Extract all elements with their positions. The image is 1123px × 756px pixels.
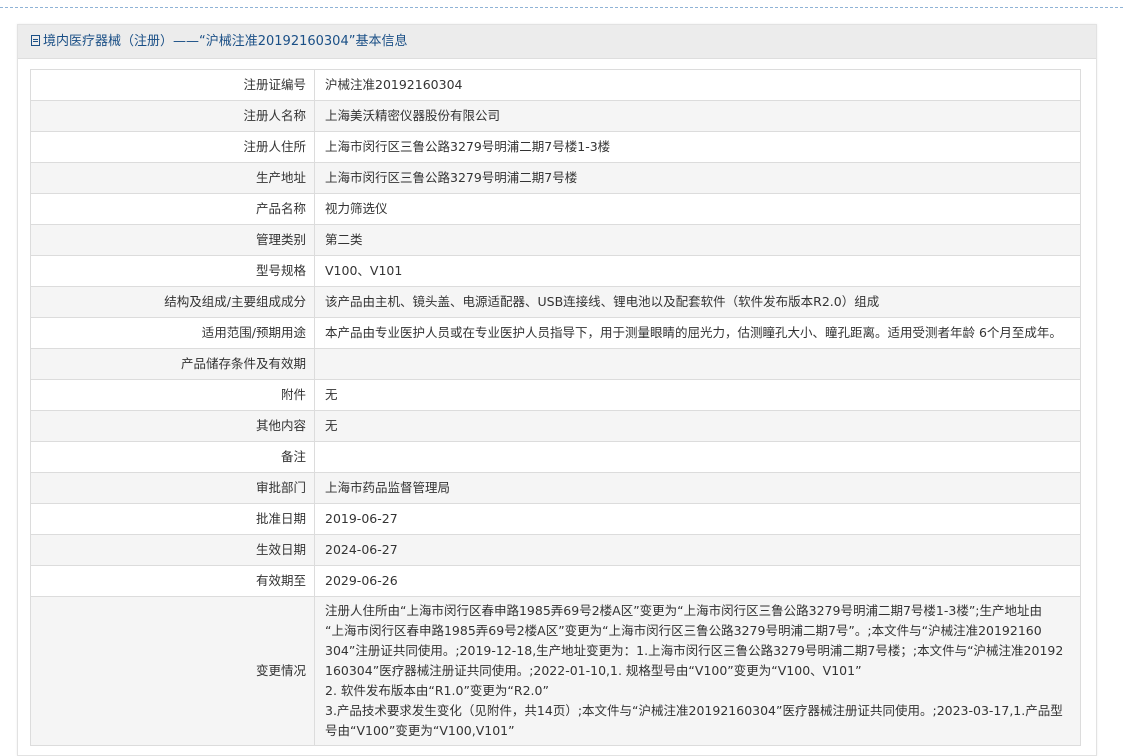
field-value: 上海美沃精密仪器股份有限公司 (314, 100, 1081, 132)
table-row: 注册人住所 上海市闵行区三鲁公路3279号明浦二期7号楼1-3楼 (30, 131, 1081, 163)
change-history-line: 注册人住所由“上海市闵行区春申路1985弄69号2楼A区”变更为“上海市闵行区三… (325, 603, 1043, 618)
field-label: 适用范围/预期用途 (30, 317, 315, 349)
table-row: 产品储存条件及有效期 (30, 348, 1081, 380)
table-row: 附件无 (30, 379, 1081, 411)
table-row: 适用范围/预期用途 本产品由专业医护人员或在专业医护人员指导下，用于测量眼睛的屈光… (30, 317, 1081, 349)
change-history-line: 号由“V100”变更为“V100,V101” (325, 723, 515, 738)
field-value (314, 441, 1081, 473)
field-label: 管理类别 (30, 224, 315, 256)
field-label: 有效期至 (30, 565, 315, 597)
field-label: 批准日期 (30, 503, 315, 535)
table-row: 生效日期 2024-06-27 (30, 534, 1081, 566)
field-value: 上海市闵行区三鲁公路3279号明浦二期7号楼 (314, 162, 1081, 194)
field-value: 视力筛选仪 (314, 193, 1081, 225)
table-row: 有效期至 2029-06-26 (30, 565, 1081, 597)
table-row: 管理类别 第二类 (30, 224, 1081, 256)
field-value: 2029-06-26 (314, 565, 1081, 597)
field-value: 沪械注准20192160304 (314, 69, 1081, 101)
panel-header: 境内医疗器械（注册）——“沪械注准20192160304”基本信息 (18, 25, 1096, 59)
field-value: 该产品由主机、镜头盖、电源适配器、USB连接线、锂电池以及配套软件（软件发布版本… (314, 286, 1081, 318)
table-row: 产品名称 视力筛选仪 (30, 193, 1081, 225)
top-dashed-divider (0, 7, 1123, 8)
table-row: 注册人名称 上海美沃精密仪器股份有限公司 (30, 100, 1081, 132)
field-label: 结构及组成/主要组成成分 (30, 286, 315, 318)
field-label: 附件 (30, 379, 315, 411)
field-label: 生产地址 (30, 162, 315, 194)
table-row: 批准日期 2019-06-27 (30, 503, 1081, 535)
field-value: 上海市药品监督管理局 (314, 472, 1081, 504)
change-history-value: 注册人住所由“上海市闵行区春申路1985弄69号2楼A区”变更为“上海市闵行区三… (314, 596, 1081, 746)
table-row-change: 变更情况 注册人住所由“上海市闵行区春申路1985弄69号2楼A区”变更为“上海市… (30, 596, 1081, 746)
field-value: 无 (314, 379, 1081, 411)
change-history-line: 2. 软件发布版本由“R1.0”变更为“R2.0” (325, 683, 549, 698)
field-value: 本产品由专业医护人员或在专业医护人员指导下，用于测量眼睛的屈光力，估测瞳孔大小、… (314, 317, 1081, 349)
field-label: 型号规格 (30, 255, 315, 287)
field-value: 2024-06-27 (314, 534, 1081, 566)
table-row: 备注 (30, 441, 1081, 473)
table-row: 注册证编号 沪械注准20192160304 (30, 69, 1081, 101)
field-label: 产品名称 (30, 193, 315, 225)
field-label: 注册人住所 (30, 131, 315, 163)
field-label: 备注 (30, 441, 315, 473)
table-row: 型号规格 V100、V101 (30, 255, 1081, 287)
change-history-line: “上海市闵行区春申路1985弄69号2楼A区”变更为“上海市闵行区三鲁公路327… (325, 623, 1042, 638)
document-icon (31, 35, 40, 46)
field-value: 2019-06-27 (314, 503, 1081, 535)
field-label: 审批部门 (30, 472, 315, 504)
field-value: 无 (314, 410, 1081, 442)
field-label: 生效日期 (30, 534, 315, 566)
table-row: 结构及组成/主要组成成分 该产品由主机、镜头盖、电源适配器、USB连接线、锂电池以… (30, 286, 1081, 318)
change-history-line: 3.产品技术要求发生变化（见附件，共14页）;本文件与“沪械注准20192160… (325, 703, 1063, 718)
field-value (314, 348, 1081, 380)
change-history-line: 160304”医疗器械注册证共同使用。;2022-01-10,1. 规格型号由“… (325, 663, 862, 678)
field-value: 上海市闵行区三鲁公路3279号明浦二期7号楼1-3楼 (314, 131, 1081, 163)
info-table: 注册证编号 沪械注准20192160304 注册人名称 上海美沃精密仪器股份有限公司注… (30, 69, 1081, 746)
field-label: 其他内容 (30, 410, 315, 442)
table-row: 审批部门 上海市药品监督管理局 (30, 472, 1081, 504)
table-row: 其他内容无 (30, 410, 1081, 442)
field-label: 注册人名称 (30, 100, 315, 132)
field-value: V100、V101 (314, 255, 1081, 287)
table-row: 生产地址 上海市闵行区三鲁公路3279号明浦二期7号楼 (30, 162, 1081, 194)
field-label: 注册证编号 (30, 69, 315, 101)
field-label: 产品储存条件及有效期 (30, 348, 315, 380)
field-label: 变更情况 (30, 596, 315, 746)
panel-title: 境内医疗器械（注册）——“沪械注准20192160304”基本信息 (43, 34, 408, 49)
field-value: 第二类 (314, 224, 1081, 256)
change-history-line: 304”注册证共同使用。;2019-12-18,生产地址变更为：1.上海市闵行区… (325, 643, 1064, 658)
